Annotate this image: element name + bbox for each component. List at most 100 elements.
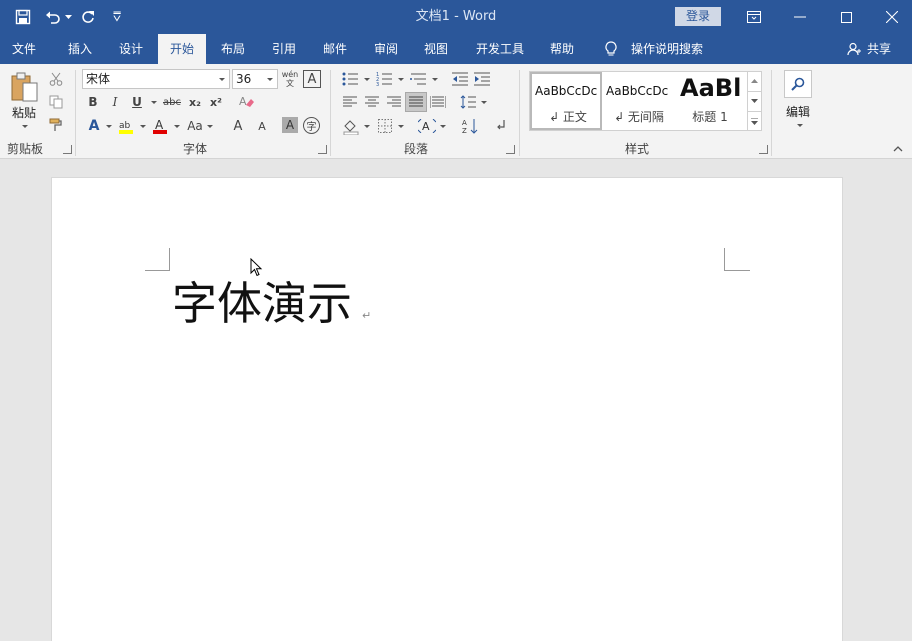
sort-icon[interactable]: AZ bbox=[460, 116, 480, 136]
paste-icon[interactable] bbox=[9, 70, 41, 104]
increase-indent-icon[interactable] bbox=[473, 70, 491, 88]
tell-me-search[interactable]: 操作说明搜索 bbox=[625, 34, 709, 64]
tab-review[interactable]: 审阅 bbox=[362, 34, 410, 64]
chinese-layout-dropdown-icon[interactable] bbox=[440, 125, 446, 128]
tab-insert[interactable]: 插入 bbox=[56, 34, 104, 64]
shading-icon[interactable] bbox=[341, 116, 361, 136]
tab-layout[interactable]: 布局 bbox=[209, 34, 257, 64]
font-name-combo[interactable]: 宋体 bbox=[82, 69, 230, 89]
styles-scroll-up-icon[interactable] bbox=[747, 71, 761, 91]
clipboard-group-label: 剪贴板 bbox=[0, 141, 50, 157]
shading-dropdown-icon[interactable] bbox=[364, 125, 370, 128]
bullets-icon[interactable] bbox=[341, 70, 359, 88]
italic-button[interactable]: I bbox=[106, 93, 124, 111]
paste-dropdown-icon[interactable] bbox=[22, 125, 28, 128]
styles-more-icon[interactable] bbox=[747, 111, 761, 131]
styles-scroll-down-icon[interactable] bbox=[747, 91, 761, 111]
multilevel-list-icon[interactable] bbox=[409, 70, 427, 88]
group-separator bbox=[519, 70, 520, 156]
font-launcher-icon[interactable] bbox=[318, 145, 327, 154]
share-button[interactable]: 共享 bbox=[864, 34, 894, 64]
bold-button[interactable]: B bbox=[84, 93, 102, 111]
underline-button[interactable]: U bbox=[128, 93, 146, 111]
styles-launcher-icon[interactable] bbox=[759, 145, 768, 154]
text-effects-dropdown-icon[interactable] bbox=[106, 125, 112, 128]
collapse-ribbon-icon[interactable] bbox=[890, 142, 906, 156]
tab-view[interactable]: 视图 bbox=[412, 34, 460, 64]
document-page[interactable] bbox=[51, 177, 843, 641]
group-separator bbox=[771, 70, 772, 156]
multilevel-dropdown-icon[interactable] bbox=[432, 78, 438, 81]
strikethrough-button[interactable]: abc bbox=[160, 93, 184, 111]
clear-formatting-icon[interactable]: A bbox=[238, 93, 256, 111]
tab-help[interactable]: 帮助 bbox=[538, 34, 586, 64]
tab-references[interactable]: 引用 bbox=[260, 34, 308, 64]
highlight-dropdown-icon[interactable] bbox=[140, 125, 146, 128]
document-text[interactable]: 字体演示 bbox=[172, 276, 352, 332]
tab-mailings[interactable]: 邮件 bbox=[311, 34, 359, 64]
align-center-icon[interactable] bbox=[363, 93, 381, 111]
character-border-icon[interactable]: A bbox=[303, 70, 321, 88]
font-color-icon[interactable]: A bbox=[150, 116, 170, 136]
person-icon[interactable] bbox=[845, 34, 863, 64]
style-name: ↲ 正文 bbox=[532, 108, 602, 125]
distributed-icon[interactable] bbox=[429, 93, 447, 111]
underline-dropdown-icon[interactable] bbox=[151, 101, 157, 104]
line-spacing-dropdown-icon[interactable] bbox=[481, 101, 487, 104]
align-left-icon[interactable] bbox=[341, 93, 359, 111]
cut-icon[interactable] bbox=[47, 70, 65, 88]
tab-home[interactable]: 开始 bbox=[158, 34, 206, 64]
svg-text:A: A bbox=[155, 118, 164, 132]
svg-text:A: A bbox=[462, 119, 467, 127]
lightbulb-icon[interactable] bbox=[600, 34, 622, 64]
search-icon[interactable] bbox=[784, 70, 812, 98]
subscript-button[interactable]: x₂ bbox=[186, 93, 204, 111]
svg-text:Z: Z bbox=[462, 127, 467, 134]
font-size-value: 36 bbox=[236, 72, 251, 86]
maximize-icon[interactable] bbox=[823, 0, 869, 34]
tab-file[interactable]: 文件 bbox=[0, 34, 48, 64]
change-case-dropdown-icon[interactable] bbox=[207, 125, 213, 128]
grow-font-button[interactable]: A bbox=[228, 116, 248, 136]
phonetic-guide-icon[interactable]: wén 文 bbox=[281, 69, 299, 89]
chinese-layout-icon[interactable]: A bbox=[417, 116, 437, 136]
copy-icon[interactable] bbox=[47, 93, 65, 111]
text-effects-icon[interactable]: A bbox=[84, 116, 104, 136]
style-heading-1[interactable]: AaBl 标题 1 bbox=[676, 72, 744, 130]
line-spacing-icon[interactable] bbox=[459, 93, 477, 111]
ribbon-display-options-icon[interactable] bbox=[731, 0, 777, 34]
show-marks-icon[interactable] bbox=[492, 116, 510, 136]
borders-icon[interactable] bbox=[375, 116, 395, 136]
editing-button[interactable]: 编辑 bbox=[779, 103, 817, 119]
tab-developer[interactable]: 开发工具 bbox=[468, 34, 532, 64]
enclose-characters-icon[interactable]: 字 bbox=[303, 117, 320, 134]
format-painter-icon[interactable] bbox=[47, 116, 65, 134]
paragraph-launcher-icon[interactable] bbox=[506, 145, 515, 154]
clipboard-launcher-icon[interactable] bbox=[63, 145, 72, 154]
style-normal[interactable]: AaBbCcDc ↲ 正文 bbox=[530, 72, 602, 130]
change-case-button[interactable]: Aa bbox=[184, 116, 206, 136]
highlight-icon[interactable]: ab bbox=[116, 116, 136, 136]
style-no-spacing[interactable]: AaBbCcDc ↲ 无间隔 bbox=[603, 72, 675, 130]
character-shading-icon[interactable]: A bbox=[282, 117, 298, 133]
shrink-font-button[interactable]: A bbox=[252, 116, 272, 136]
numbering-dropdown-icon[interactable] bbox=[398, 78, 404, 81]
borders-dropdown-icon[interactable] bbox=[398, 125, 404, 128]
justify-icon[interactable] bbox=[405, 92, 427, 112]
superscript-button[interactable]: x² bbox=[207, 93, 225, 111]
minimize-icon[interactable] bbox=[777, 0, 823, 34]
bullets-dropdown-icon[interactable] bbox=[364, 78, 370, 81]
font-size-combo[interactable]: 36 bbox=[232, 69, 278, 89]
font-color-dropdown-icon[interactable] bbox=[174, 125, 180, 128]
font-name-value: 宋体 bbox=[86, 72, 110, 86]
paragraph-group-label: 段落 bbox=[386, 141, 446, 157]
tab-design[interactable]: 设计 bbox=[107, 34, 155, 64]
decrease-indent-icon[interactable] bbox=[451, 70, 469, 88]
close-icon[interactable] bbox=[869, 0, 912, 34]
group-separator bbox=[75, 70, 76, 156]
paste-button[interactable]: 粘贴 bbox=[4, 104, 44, 120]
editing-dropdown-icon[interactable] bbox=[797, 124, 803, 127]
align-right-icon[interactable] bbox=[385, 93, 403, 111]
numbering-icon[interactable]: 123 bbox=[375, 70, 393, 88]
login-button[interactable]: 登录 bbox=[675, 7, 721, 26]
